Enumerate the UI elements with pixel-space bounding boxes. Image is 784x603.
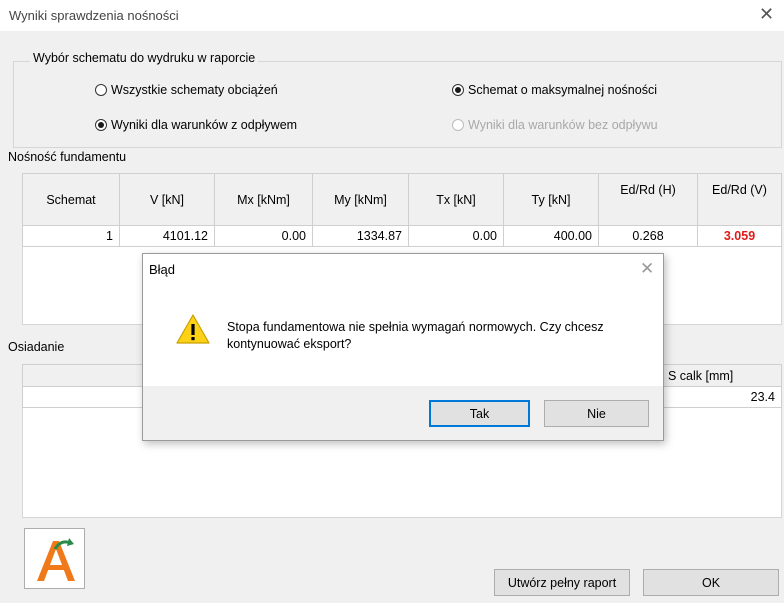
col-v[interactable]: V [kN] <box>119 173 215 226</box>
cell-v: 4101.12 <box>119 225 215 247</box>
print-scheme-group <box>13 61 782 148</box>
cell-edrd-v: 3.059 <box>697 225 782 247</box>
radio-max-capacity-label: Schemat o maksymalnej nośności <box>468 83 657 97</box>
app-logo-button[interactable] <box>24 528 85 589</box>
radio-max-capacity[interactable]: Schemat o maksymalnej nośności <box>452 83 657 97</box>
radio-all-schemes-label: Wszystkie schematy obciążeń <box>111 83 278 97</box>
cell-schemat: 1 <box>22 225 120 247</box>
radio-undrained: Wyniki dla warunków bez odpływu <box>452 118 658 132</box>
error-dialog: Błąd ✕ Stopa fundamentowa nie spełnia wy… <box>142 253 664 441</box>
cell-edrd-h: 0.268 <box>598 225 698 247</box>
dialog-title: Błąd <box>149 262 176 277</box>
radio-drained-label: Wyniki dla warunków z odpływem <box>111 118 298 132</box>
cell-mx: 0.00 <box>214 225 313 247</box>
dialog-body: Stopa fundamentowa nie spełnia wymagań n… <box>143 285 663 386</box>
cell-tx: 0.00 <box>408 225 504 247</box>
app-logo-icon <box>37 538 75 581</box>
radio-drained-circle[interactable] <box>95 119 107 131</box>
col-edrd-v[interactable]: Ed/Rd (V) <box>697 173 782 226</box>
window-titlebar: Wyniki sprawdzenia nośności ✕ <box>0 0 784 31</box>
col-my[interactable]: My [kNm] <box>312 173 409 226</box>
full-report-button[interactable]: Utwórz pełny raport <box>494 569 630 596</box>
radio-undrained-circle <box>452 119 464 131</box>
radio-undrained-label: Wyniki dla warunków bez odpływu <box>468 118 658 132</box>
radio-all-schemes[interactable]: Wszystkie schematy obciążeń <box>95 83 278 97</box>
col-ty[interactable]: Ty [kN] <box>503 173 599 226</box>
col-mx[interactable]: Mx [kNm] <box>214 173 313 226</box>
col-edrd-h[interactable]: Ed/Rd (H) <box>598 173 698 226</box>
yes-button[interactable]: Tak <box>429 400 530 427</box>
dialog-message: Stopa fundamentowa nie spełnia wymagań n… <box>227 320 604 351</box>
cell-my: 1334.87 <box>312 225 409 247</box>
radio-max-capacity-circle[interactable] <box>452 84 464 96</box>
bearing-table: Schemat V [kN] Mx [kNm] My [kNm] Tx [kN]… <box>22 173 782 247</box>
col-schemat[interactable]: Schemat <box>22 173 120 226</box>
ok-button[interactable]: OK <box>643 569 779 596</box>
window-title: Wyniki sprawdzenia nośności <box>9 8 179 23</box>
radio-all-schemes-circle[interactable] <box>95 84 107 96</box>
bearing-capacity-label: Nośność fundamentu <box>8 150 127 164</box>
close-icon[interactable]: ✕ <box>759 4 774 25</box>
print-scheme-legend: Wybór schematu do wydruku w raporcie <box>30 51 259 65</box>
dialog-titlebar: Błąd ✕ <box>143 254 663 285</box>
cell-ty: 400.00 <box>503 225 599 247</box>
col-tx[interactable]: Tx [kN] <box>408 173 504 226</box>
dialog-close-icon[interactable]: ✕ <box>640 259 654 279</box>
no-button[interactable]: Nie <box>544 400 649 427</box>
radio-drained[interactable]: Wyniki dla warunków z odpływem <box>95 118 297 132</box>
warning-icon <box>176 314 210 344</box>
table-row[interactable]: 1 4101.12 0.00 1334.87 0.00 400.00 0.268… <box>22 225 782 247</box>
settlement-label: Osiadanie <box>8 340 65 354</box>
